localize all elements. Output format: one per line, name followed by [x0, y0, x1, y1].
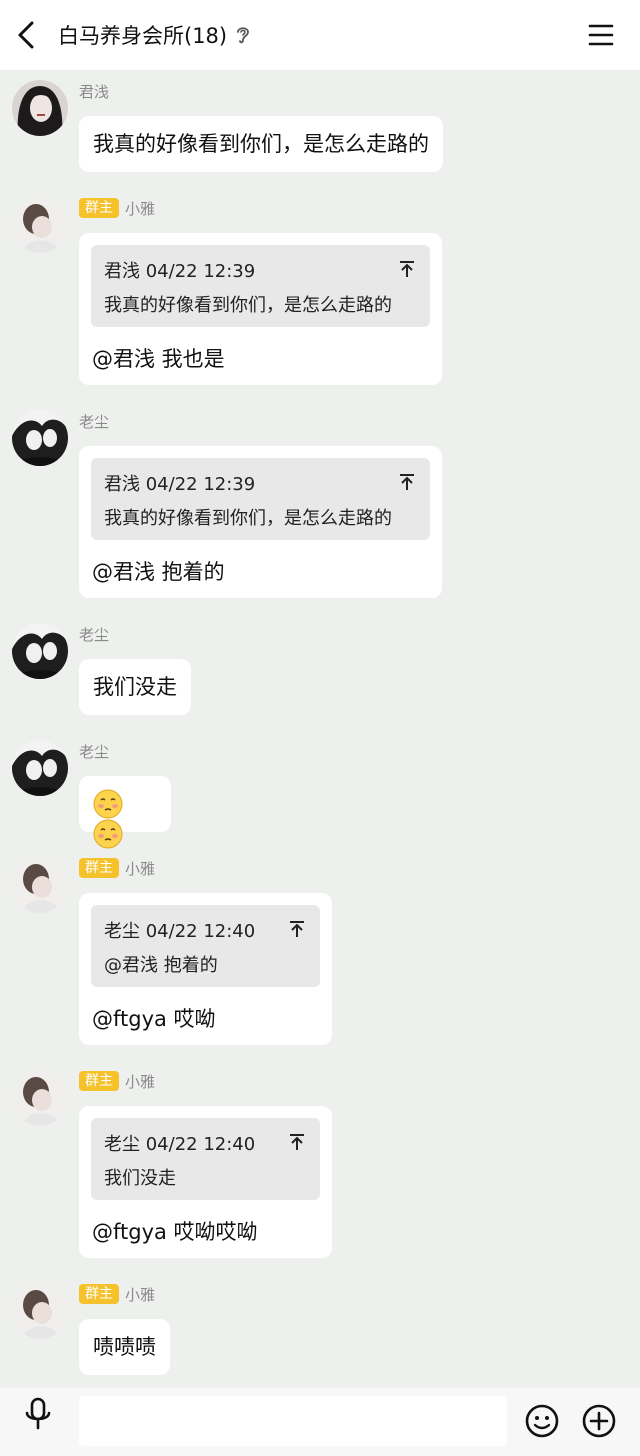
sender-name: 老尘 — [79, 412, 110, 431]
avatar[interactable] — [12, 1070, 68, 1126]
jump-to-top-icon[interactable] — [288, 1132, 306, 1152]
quote-meta: 老尘 04/22 12:40 — [104, 921, 256, 942]
emoji-bubble[interactable] — [79, 776, 171, 849]
quoted-message[interactable]: 君浅 04/22 12:39 我真的好像看到你们，是怎么走路的 — [91, 458, 430, 540]
hamburger-menu-icon[interactable] — [586, 20, 616, 50]
sender-name: 老尘 — [79, 625, 110, 644]
reply-bubble[interactable]: 君浅 04/22 12:39 我真的好像看到你们，是怎么走路的 @君浅 抱着的 — [79, 446, 442, 598]
quoted-message[interactable]: 君浅 04/22 12:39 我真的好像看到你们，是怎么走路的 — [91, 245, 430, 327]
microphone-icon[interactable] — [22, 1396, 54, 1432]
quote-text: 我们没走 — [104, 1168, 176, 1189]
sender-line: 君浅 — [79, 80, 109, 102]
avatar[interactable] — [12, 197, 68, 253]
quoted-message[interactable]: 老尘 04/22 12:40 我们没走 — [91, 1118, 320, 1200]
smiley-icon[interactable] — [525, 1404, 559, 1438]
jump-to-top-icon[interactable] — [398, 472, 416, 492]
avatar[interactable] — [12, 80, 68, 136]
quote-text: 我真的好像看到你们，是怎么走路的 — [104, 508, 392, 529]
ear-icon[interactable] — [234, 24, 252, 46]
sender-name: 君浅 — [79, 82, 110, 101]
sender-line: 老尘 — [79, 740, 109, 762]
message-bubble[interactable]: 啧啧啧 — [79, 1319, 170, 1375]
plus-circle-icon[interactable] — [582, 1404, 616, 1438]
quoted-message[interactable]: 老尘 04/22 12:40 @君浅 抱着的 — [91, 905, 320, 987]
sender-name: 小雅 — [125, 1072, 156, 1091]
quote-text: 我真的好像看到你们，是怎么走路的 — [104, 295, 392, 316]
reply-text: @君浅 抱着的 — [92, 560, 225, 584]
sender-line: 群主 小雅 — [79, 1070, 155, 1092]
avatar[interactable] — [12, 410, 68, 466]
sender-line: 老尘 — [79, 623, 109, 645]
jump-to-top-icon[interactable] — [288, 919, 306, 939]
chat-title: 白马养身会所(18) — [58, 24, 228, 48]
sender-line: 群主 小雅 — [79, 857, 155, 879]
jump-to-top-icon[interactable] — [398, 259, 416, 279]
reply-bubble[interactable]: 老尘 04/22 12:40 @君浅 抱着的 @ftgya 哎呦 — [79, 893, 332, 1045]
sender-name: 小雅 — [125, 199, 156, 218]
message-bubble[interactable]: 我真的好像看到你们，是怎么走路的 — [79, 116, 443, 172]
group-owner-badge: 群主 — [79, 858, 119, 878]
message-input[interactable] — [79, 1396, 507, 1446]
sender-name: 小雅 — [125, 859, 156, 878]
chevron-left-icon[interactable] — [12, 18, 44, 52]
sender-line: 群主 小雅 — [79, 1283, 155, 1305]
group-owner-badge: 群主 — [79, 1071, 119, 1091]
quote-meta: 君浅 04/22 12:39 — [104, 261, 256, 282]
quote-text: @君浅 抱着的 — [104, 955, 218, 976]
avatar[interactable] — [12, 1283, 68, 1339]
input-bar — [0, 1388, 640, 1456]
chat-list[interactable]: 君浅 我真的好像看到你们，是怎么走路的 群主 小雅 君浅 04/22 12:39… — [0, 70, 640, 1388]
sender-line: 群主 小雅 — [79, 197, 155, 219]
avatar[interactable] — [12, 857, 68, 913]
quote-meta: 君浅 04/22 12:39 — [104, 474, 256, 495]
blush-face-emoji — [93, 789, 123, 819]
group-owner-badge: 群主 — [79, 198, 119, 218]
message-bubble[interactable]: 我们没走 — [79, 659, 191, 715]
reply-text: @君浅 我也是 — [92, 347, 225, 371]
reply-text: @ftgya 哎呦 — [92, 1007, 216, 1031]
reply-bubble[interactable]: 君浅 04/22 12:39 我真的好像看到你们，是怎么走路的 @君浅 我也是 — [79, 233, 442, 385]
reply-text: @ftgya 哎呦哎呦 — [92, 1220, 258, 1244]
avatar[interactable] — [12, 740, 68, 796]
sender-name: 老尘 — [79, 742, 110, 761]
blush-face-emoji — [93, 819, 123, 849]
avatar[interactable] — [12, 623, 68, 679]
quote-meta: 老尘 04/22 12:40 — [104, 1134, 256, 1155]
top-bar: 白马养身会所(18) — [0, 0, 640, 70]
group-owner-badge: 群主 — [79, 1284, 119, 1304]
sender-name: 小雅 — [125, 1285, 156, 1304]
reply-bubble[interactable]: 老尘 04/22 12:40 我们没走 @ftgya 哎呦哎呦 — [79, 1106, 332, 1258]
sender-line: 老尘 — [79, 410, 109, 432]
